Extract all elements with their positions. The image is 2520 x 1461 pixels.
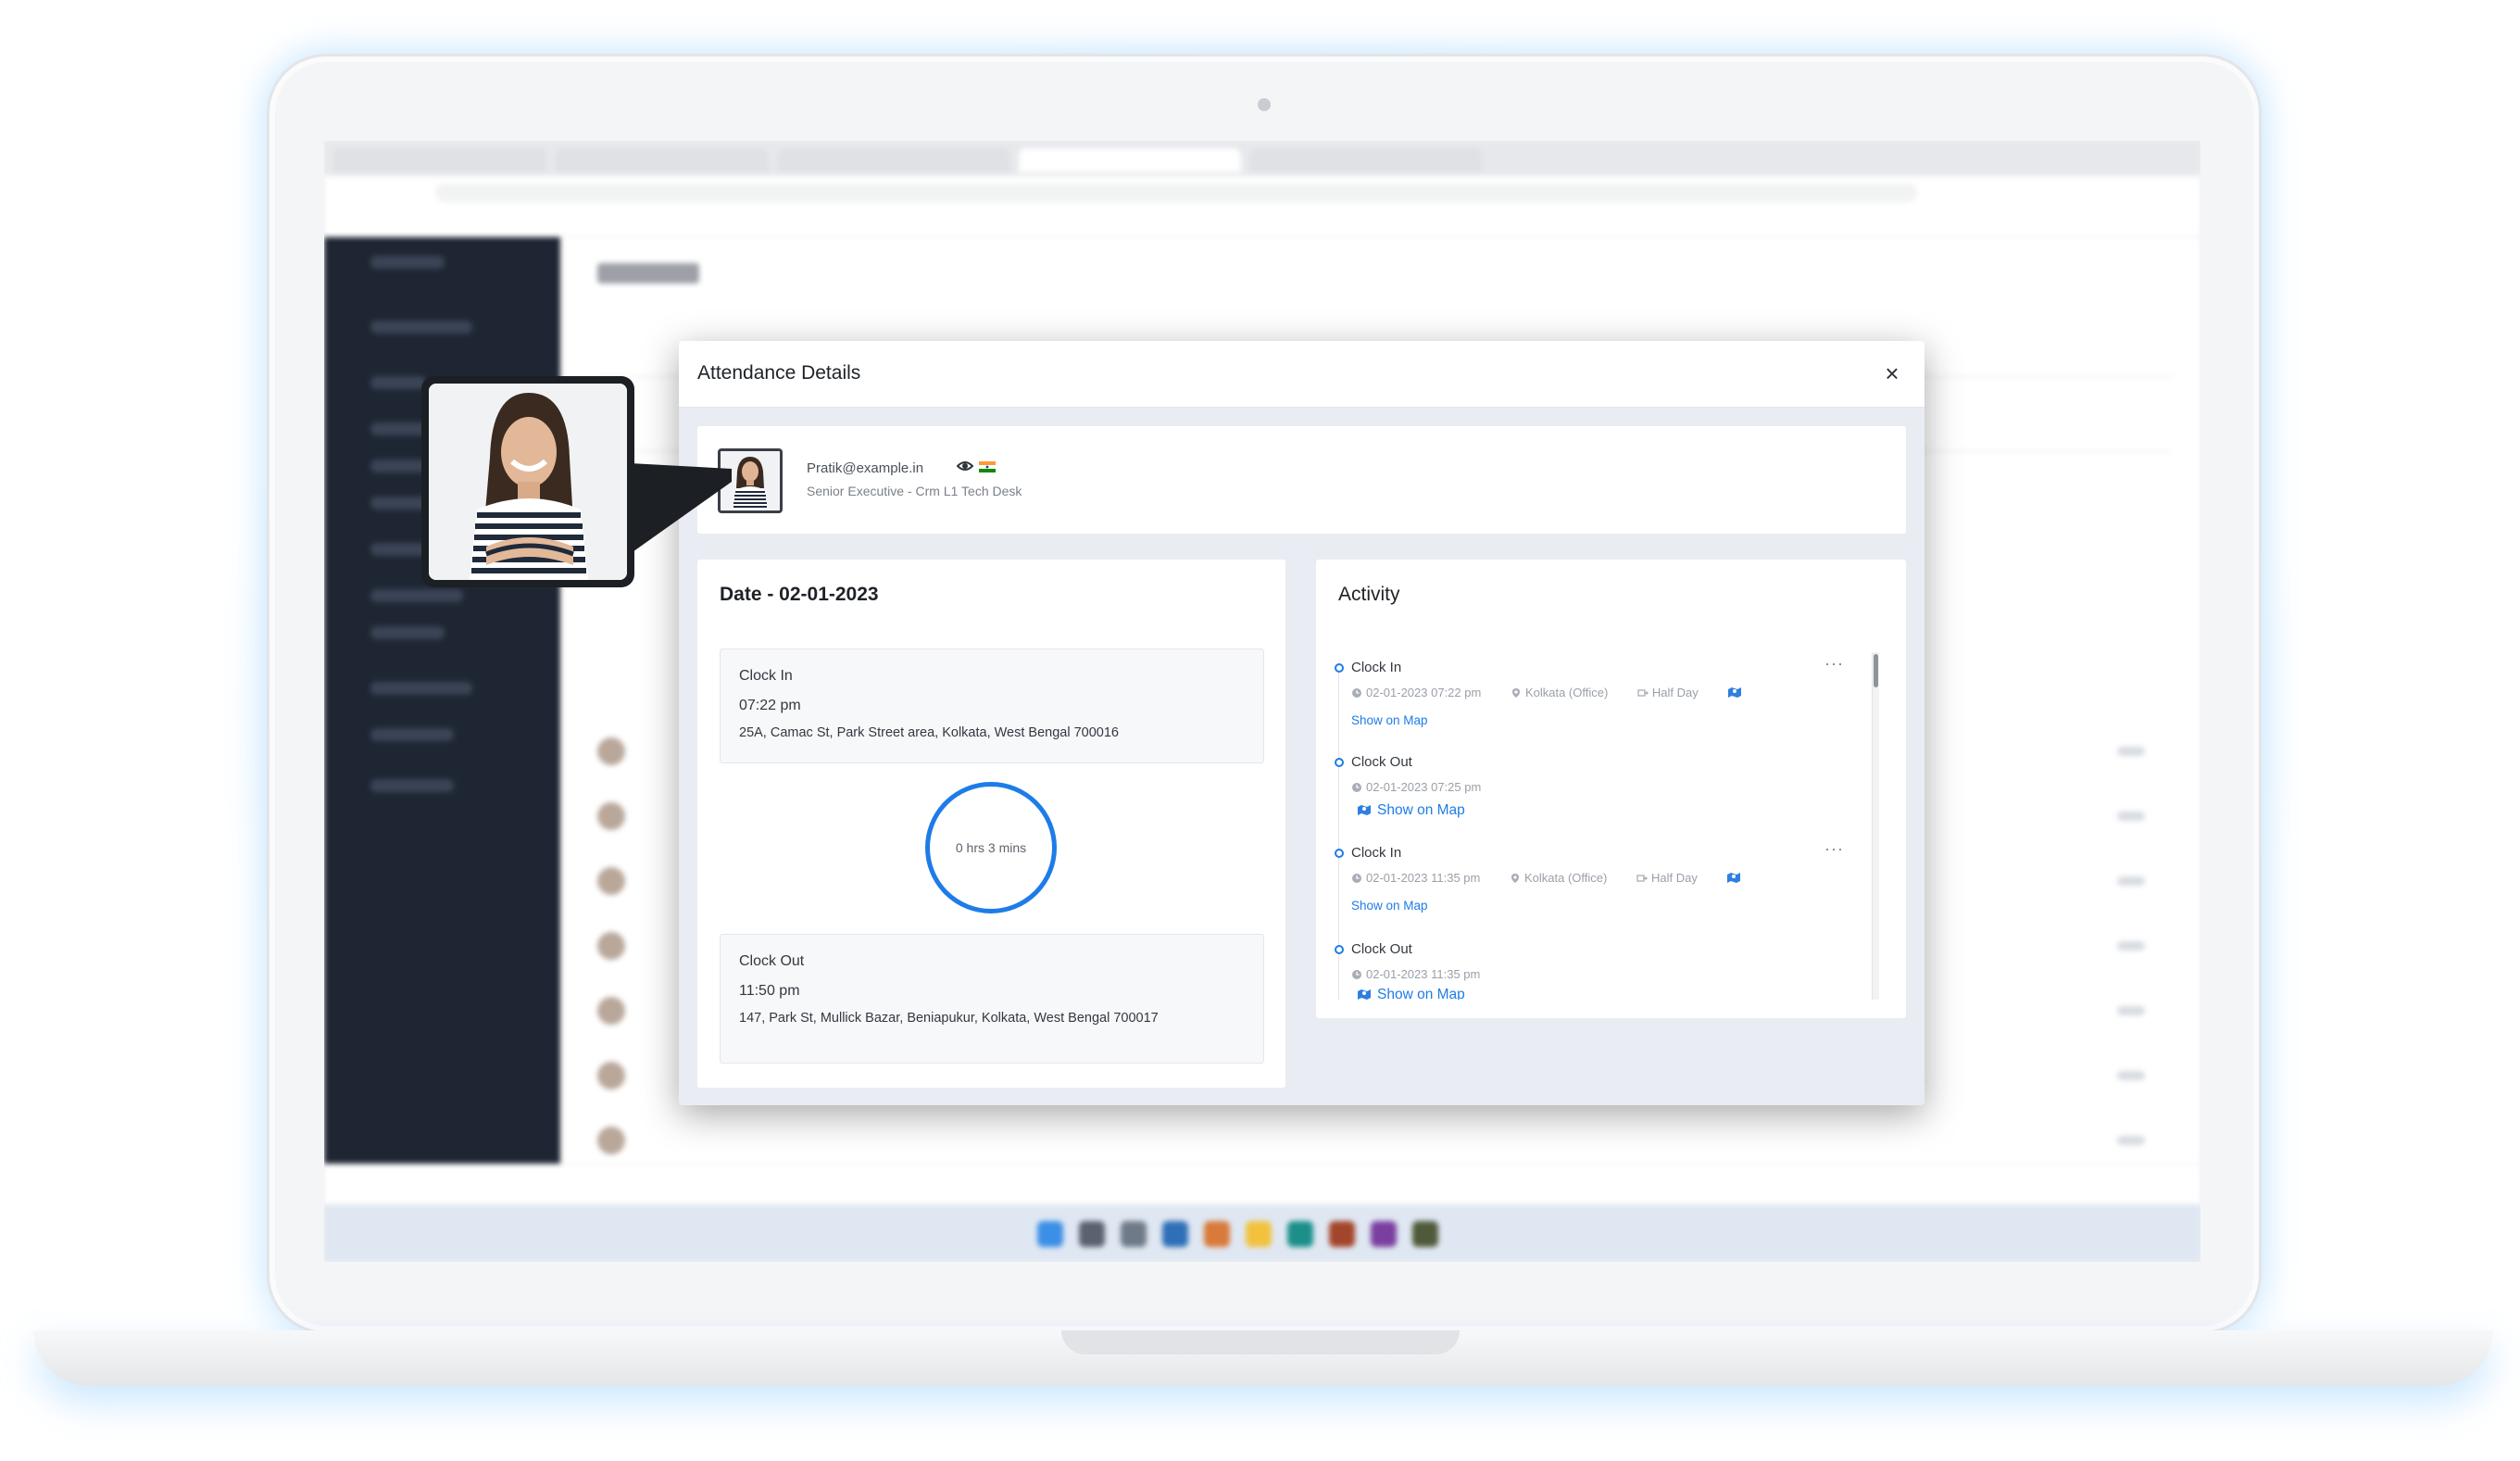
modal-title: Attendance Details xyxy=(697,362,861,384)
location-pin-icon xyxy=(1511,688,1520,698)
employee-profile-card: Pratik@example.in Senior Executive - Crm… xyxy=(697,426,1906,534)
clock-in-address: 25A, Camac St, Park Street area, Kolkata… xyxy=(739,725,1119,740)
attendance-details-modal: Attendance Details × Pratik@example.in S… xyxy=(679,341,1924,1105)
browser-tab xyxy=(1250,148,1482,172)
show-on-map-link[interactable]: Show on Map xyxy=(1377,987,1465,1000)
map-icon[interactable] xyxy=(1357,803,1372,816)
activity-item-title: Clock In xyxy=(1351,845,1402,861)
browser-tab xyxy=(333,148,546,172)
activity-item-meta: 02-01-2023 11:35 pm xyxy=(1351,967,1506,981)
address-bar xyxy=(324,176,2200,209)
close-icon[interactable]: × xyxy=(1876,358,1908,389)
callout-pointer xyxy=(630,463,732,554)
person-photo-icon xyxy=(429,384,627,580)
clock-in-box: Clock In 07:22 pm 25A, Camac St, Park St… xyxy=(720,649,1264,763)
activity-location: Kolkata (Office) xyxy=(1524,686,1609,699)
modal-header: Attendance Details × xyxy=(679,341,1924,408)
activity-shift: Half Day xyxy=(1651,686,1699,699)
timeline-dot xyxy=(1335,945,1344,954)
bookmarks-bar xyxy=(324,209,2200,237)
clock-icon xyxy=(1352,874,1361,883)
activity-item-title: Clock In xyxy=(1351,660,1402,675)
browser-tab-bar xyxy=(324,141,2200,176)
browser-tab xyxy=(778,148,1009,172)
timeline-dot xyxy=(1335,663,1344,673)
date-summary-card: Date - 02-01-2023 Clock In 07:22 pm 25A,… xyxy=(697,560,1285,1088)
more-dots-icon[interactable]: ··· xyxy=(1824,654,1844,674)
activity-shift: Half Day xyxy=(1650,871,1698,885)
activity-item-meta: 02-01-2023 07:22 pm Kolkata (Office) Hal… xyxy=(1351,686,1746,699)
clock-out-time: 11:50 pm xyxy=(739,983,800,999)
activity-item-title: Clock Out xyxy=(1351,941,1412,957)
half-day-icon xyxy=(1636,875,1648,882)
show-on-map-link[interactable]: Show on Map xyxy=(1351,713,1428,727)
duration-ring: 0 hrs 3 mins xyxy=(925,782,1057,913)
laptop-notch xyxy=(1061,1330,1460,1354)
activity-timestamp: 02-01-2023 07:25 pm xyxy=(1366,780,1482,794)
activity-card: Activity Clock In ··· 02-01-2023 07:22 p… xyxy=(1316,560,1906,1018)
clock-out-box: Clock Out 11:50 pm 147, Park St, Mullick… xyxy=(720,934,1264,1064)
employee-email: Pratik@example.in xyxy=(807,460,924,476)
map-icon[interactable] xyxy=(1726,871,1741,884)
clock-icon xyxy=(1352,970,1361,979)
half-day-icon xyxy=(1637,689,1649,697)
show-on-map-link[interactable]: Show on Map xyxy=(1377,802,1465,819)
activity-title: Activity xyxy=(1338,584,1400,605)
employee-role: Senior Executive - Crm L1 Tech Desk xyxy=(807,484,1022,498)
webcam xyxy=(1258,98,1271,111)
browser-tab xyxy=(556,148,769,172)
more-dots-icon[interactable]: ··· xyxy=(1824,839,1844,859)
activity-item-meta: 02-01-2023 11:35 pm Kolkata (Office) Hal… xyxy=(1351,871,1745,885)
clock-icon xyxy=(1352,688,1361,698)
india-flag-icon xyxy=(979,461,996,472)
activity-scrollbar[interactable] xyxy=(1872,652,1879,1000)
clock-icon xyxy=(1352,783,1361,792)
activity-list[interactable]: Clock In ··· 02-01-2023 07:22 pm Kolkata… xyxy=(1335,652,1872,1000)
activity-item-title: Clock Out xyxy=(1351,754,1412,770)
timeline-dot xyxy=(1335,758,1344,767)
clock-out-address: 147, Park St, Mullick Bazar, Beniapukur,… xyxy=(739,1011,1159,1026)
activity-timestamp: 02-01-2023 11:35 pm xyxy=(1366,967,1481,981)
activity-timestamp: 02-01-2023 11:35 pm xyxy=(1366,871,1481,885)
clock-in-time: 07:22 pm xyxy=(739,698,801,713)
clock-in-label: Clock In xyxy=(739,668,793,684)
scrollbar-thumb[interactable] xyxy=(1874,654,1878,687)
zoomed-profile-photo xyxy=(421,376,634,587)
show-on-map-link[interactable]: Show on Map xyxy=(1351,899,1428,913)
os-taskbar xyxy=(324,1204,2200,1262)
activity-location: Kolkata (Office) xyxy=(1523,871,1608,885)
duration-text: 0 hrs 3 mins xyxy=(955,840,1027,855)
location-pin-icon xyxy=(1511,874,1519,883)
clock-out-label: Clock Out xyxy=(739,953,805,969)
eye-icon[interactable] xyxy=(957,460,973,472)
date-title: Date - 02-01-2023 xyxy=(720,584,879,605)
timeline-dot xyxy=(1335,849,1344,858)
download-bar xyxy=(324,1164,2200,1204)
map-icon[interactable] xyxy=(1727,686,1742,699)
browser-tab-active xyxy=(1019,148,1241,172)
map-icon[interactable] xyxy=(1357,988,1372,1000)
activity-item-meta: 02-01-2023 07:25 pm xyxy=(1351,780,1507,794)
activity-timestamp: 02-01-2023 07:22 pm xyxy=(1366,686,1482,699)
